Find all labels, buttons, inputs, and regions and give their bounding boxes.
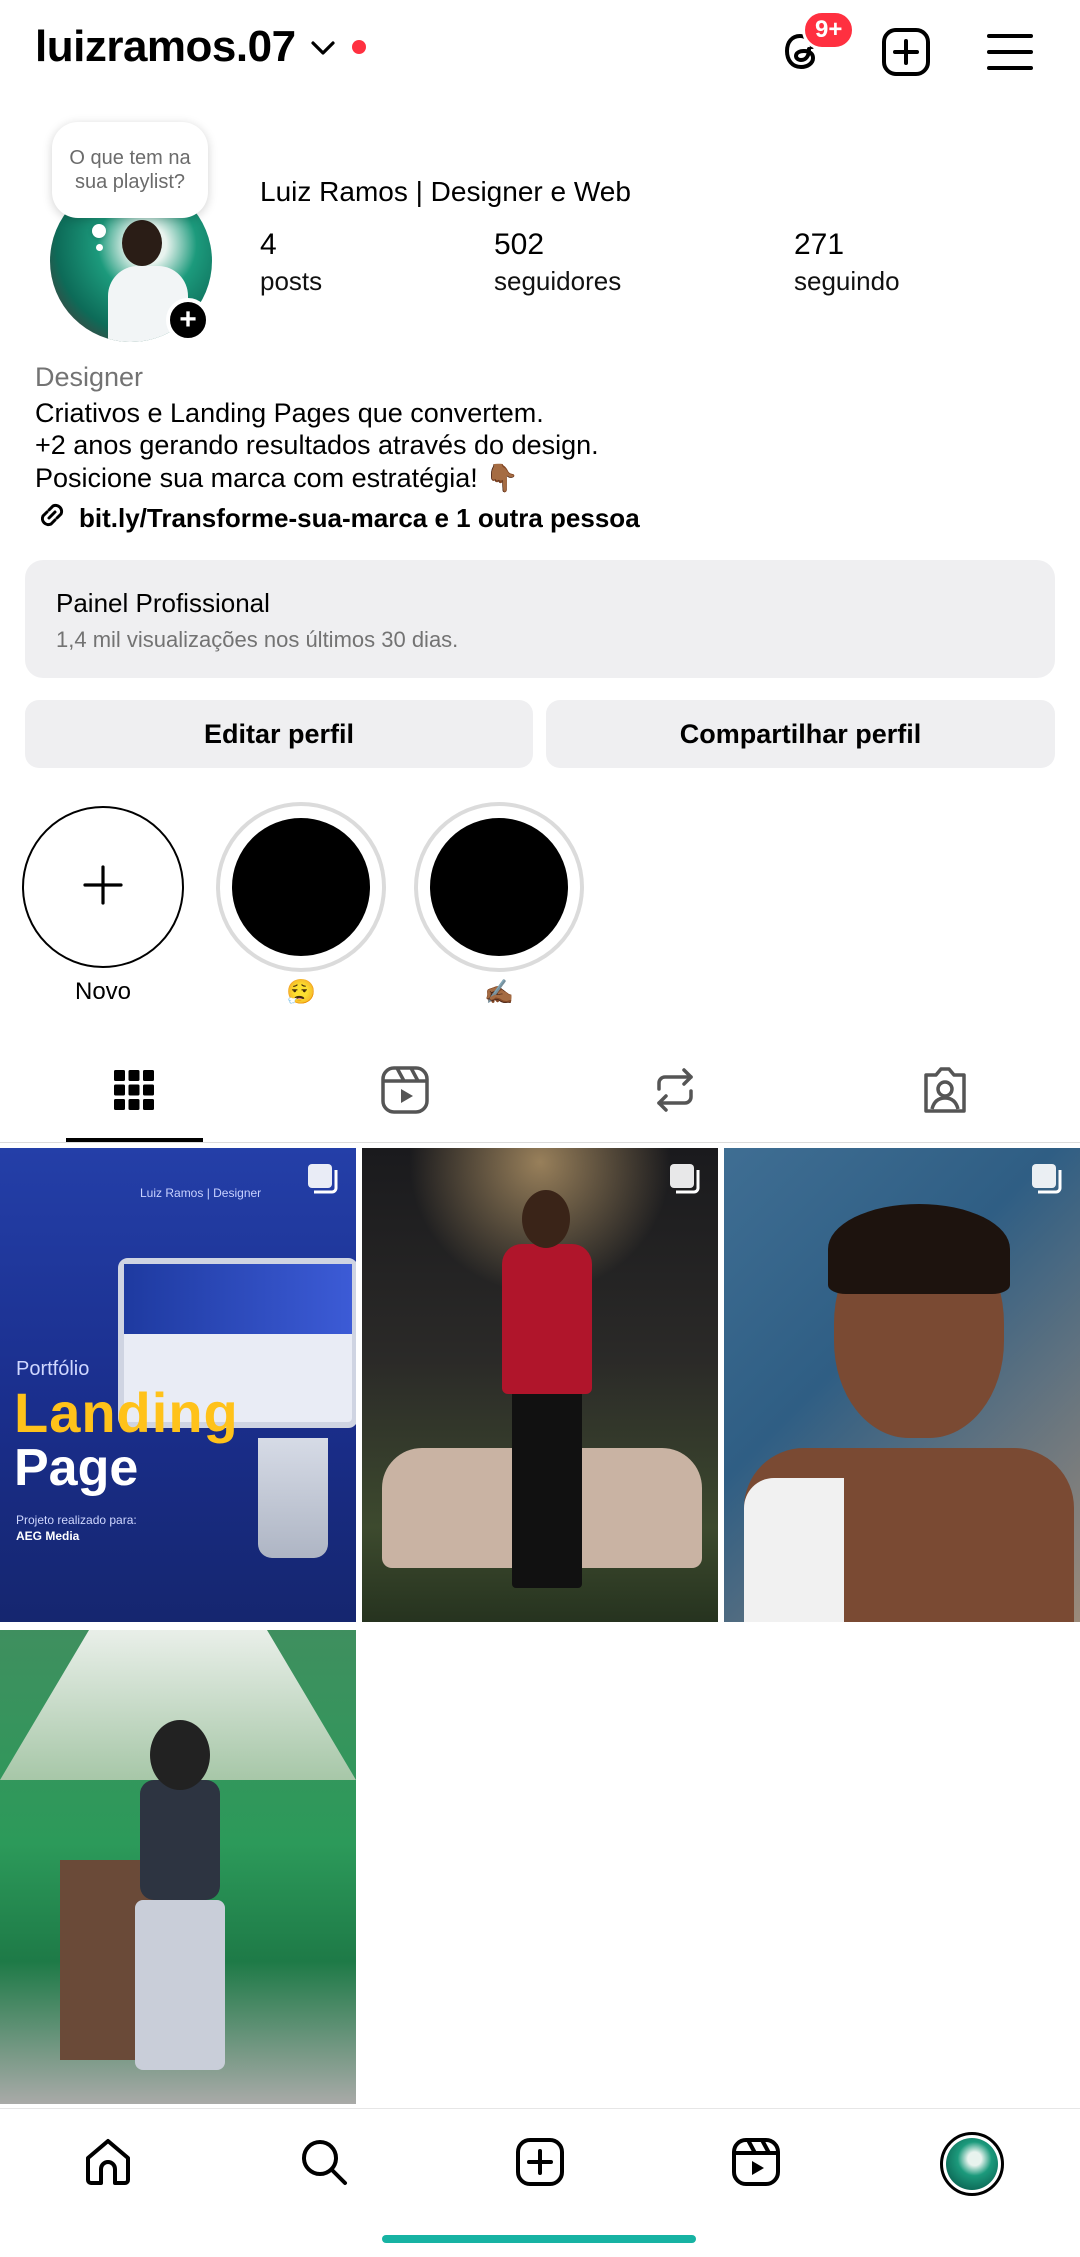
post-project-client: AEG Media (16, 1529, 80, 1543)
tab-posts-grid[interactable] (66, 1042, 201, 1142)
create-icon (514, 2136, 566, 2193)
plus-square-icon (881, 27, 931, 82)
add-story-button[interactable]: + (166, 298, 210, 342)
home-indicator[interactable] (382, 2235, 696, 2243)
create-button[interactable] (876, 24, 936, 84)
monitor-band (124, 1264, 352, 1334)
post-figure-pants (135, 1900, 225, 2070)
bio-line: Posicione sua marca com estratégia! 👇🏾 (35, 463, 519, 493)
account-switcher[interactable]: luizramos.07 (35, 22, 366, 72)
bottom-navigation (0, 2108, 1080, 2218)
tab-reposts[interactable] (607, 1042, 742, 1142)
followers-count[interactable]: 502 seguidores (494, 228, 621, 297)
post-landing-title: Landing (14, 1381, 239, 1444)
dashboard-subtitle: 1,4 mil visualizações nos últimos 30 dia… (56, 627, 459, 652)
highlight-item[interactable]: ✍🏾 (418, 806, 580, 1007)
following-count-value: 271 (794, 228, 845, 261)
status-dot (351, 40, 366, 54)
post-figure-tank-top (744, 1478, 844, 1622)
link-icon (35, 498, 79, 539)
bio-link[interactable]: bit.ly/Transforme-sua-marca e 1 outra pe… (35, 498, 640, 539)
profile-avatar-photo (946, 2138, 998, 2190)
posts-count-label: posts (260, 266, 323, 296)
note-text: O que tem na sua playlist? (69, 147, 191, 193)
tab-reels[interactable] (337, 1042, 472, 1142)
nav-create[interactable] (500, 2129, 580, 2199)
tab-tagged[interactable] (877, 1042, 1012, 1142)
followers-count-value: 502 (494, 228, 545, 261)
chevron-down-icon (310, 39, 336, 62)
bio-line: +2 anos gerando resultados através do de… (35, 430, 599, 460)
nav-reels[interactable] (716, 2129, 796, 2199)
highlight-new-circle (22, 806, 184, 968)
following-count[interactable]: 271 seguindo (794, 228, 900, 297)
share-profile-button[interactable]: Compartilhar perfil (546, 700, 1055, 768)
post-figure-legs (512, 1388, 582, 1588)
post-monitor-stand (258, 1438, 328, 1558)
post-thumbnail[interactable]: Luiz Ramos | Designer Portfólio Landing … (0, 1148, 356, 1622)
highlight-new[interactable]: Novo (22, 806, 184, 1006)
tagged-icon (920, 1065, 970, 1120)
profile-avatar (940, 2132, 1004, 2196)
note-tail-small (96, 244, 103, 251)
carousel-icon (668, 1162, 704, 1203)
bio-line: Criativos e Landing Pages que convertem. (35, 398, 544, 428)
post-thumbnail[interactable] (0, 1630, 356, 2104)
highlight-label: Novo (74, 978, 132, 1005)
plus-icon (81, 863, 125, 912)
highlight-item[interactable]: 😮‍💨 (220, 806, 382, 1007)
highlight-cover (418, 806, 580, 968)
post-figure-torso (140, 1780, 220, 1900)
post-page-title: Page (14, 1439, 139, 1497)
post-header-text: Luiz Ramos | Designer (140, 1186, 262, 1200)
post-project-caption: Projeto realizado para: AEG Media (16, 1512, 137, 1544)
dashboard-title: Painel Profissional (56, 588, 270, 618)
profile-tabs (0, 1042, 1080, 1143)
note-bubble[interactable]: O que tem na sua playlist? (52, 122, 208, 218)
post-thumbnail[interactable] (724, 1148, 1080, 1622)
highlight-cover (220, 806, 382, 968)
post-portfolio-label: Portfólio (16, 1358, 90, 1380)
reposts-icon (651, 1065, 699, 1120)
followers-count-label: seguidores (494, 266, 622, 296)
posts-count-value: 4 (260, 228, 277, 261)
bio-category: Designer (35, 362, 144, 392)
highlight-label: 😮‍💨 (286, 979, 316, 1006)
following-count-label: seguindo (794, 266, 900, 296)
menu-button[interactable] (980, 24, 1040, 84)
bio-link-text: bit.ly/Transforme-sua-marca e 1 outra pe… (79, 503, 640, 533)
carousel-icon (1030, 1162, 1066, 1203)
post-figure-head (150, 1720, 210, 1790)
note-tail (92, 224, 106, 238)
reels-icon (730, 2136, 782, 2193)
post-project-label: Projeto realizado para: (16, 1513, 137, 1527)
hamburger-menu-icon (986, 32, 1034, 77)
grid-icon (113, 1069, 155, 1116)
posts-count[interactable]: 4 posts (260, 228, 322, 297)
username: luizramos.07 (35, 22, 296, 71)
post-figure-hair (828, 1204, 1010, 1294)
carousel-icon (306, 1162, 342, 1203)
post-thumbnail[interactable] (362, 1148, 718, 1622)
nav-home[interactable] (68, 2129, 148, 2199)
display-name: Luiz Ramos | Designer e Web (260, 176, 631, 207)
search-icon (298, 2136, 350, 2193)
avatar-figure-head (122, 220, 162, 266)
post-figure-head (522, 1190, 570, 1248)
notification-badge: 9+ (802, 10, 856, 50)
nav-profile[interactable] (932, 2129, 1012, 2199)
top-bar: luizramos.07 9+ (0, 0, 1080, 110)
edit-profile-button[interactable]: Editar perfil (25, 700, 533, 768)
highlight-label: ✍🏾 (484, 979, 514, 1006)
nav-search[interactable] (284, 2129, 364, 2199)
divider (0, 1142, 1080, 1143)
home-icon (82, 2136, 134, 2193)
reels-icon (380, 1065, 430, 1120)
professional-dashboard[interactable]: Painel Profissional 1,4 mil visualizaçõe… (25, 560, 1055, 678)
post-figure-shirt (502, 1244, 592, 1394)
